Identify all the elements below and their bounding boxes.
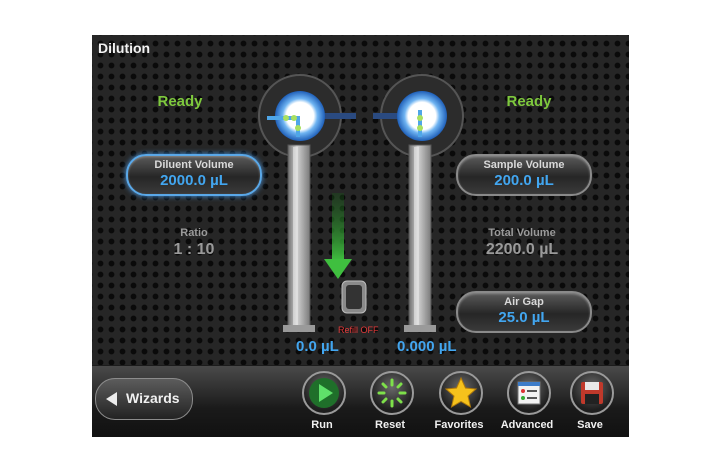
play-icon	[309, 378, 339, 408]
advanced-button[interactable]: Advanced	[495, 368, 559, 436]
bottom-toolbar: Wizards Run Reset Favorites Advanced Sav…	[92, 366, 629, 437]
run-button[interactable]: Run	[290, 368, 354, 436]
save-button[interactable]: Save	[558, 368, 622, 436]
refill-status: Refill OFF	[338, 325, 379, 335]
favorites-label: Favorites	[434, 419, 484, 431]
dilution-screen: Dilution Ready Ready Diluent Volume 2000…	[92, 35, 629, 437]
syringe-diagram	[258, 74, 464, 332]
wizards-button[interactable]: Wizards	[95, 378, 193, 420]
reset-icon	[377, 378, 407, 408]
left-syringe	[283, 144, 315, 332]
favorites-button[interactable]: Favorites	[427, 368, 491, 436]
flow-down-arrow-icon	[324, 193, 352, 279]
reset-button[interactable]: Reset	[358, 368, 422, 436]
reset-label: Reset	[375, 419, 405, 431]
run-label: Run	[311, 419, 333, 431]
advanced-label: Advanced	[500, 419, 554, 431]
run-button-ring	[302, 371, 346, 415]
advanced-icon	[517, 381, 541, 405]
reset-button-ring	[370, 371, 414, 415]
floppy-disk-icon	[581, 382, 603, 404]
wizards-label: Wizards	[126, 390, 180, 406]
refill-reservoir-icon	[341, 280, 367, 314]
left-syringe-volume: 0.0 µL	[296, 338, 339, 355]
dilution-panel: Dilution Ready Ready Diluent Volume 2000…	[92, 35, 629, 365]
save-button-ring	[570, 371, 614, 415]
favorites-button-ring	[439, 371, 483, 415]
save-label: Save	[577, 419, 603, 431]
advanced-button-ring	[507, 371, 551, 415]
right-syringe-volume: 0.000 µL	[397, 338, 457, 355]
right-syringe	[404, 144, 436, 332]
back-arrow-icon	[106, 392, 117, 406]
star-icon	[444, 376, 478, 409]
